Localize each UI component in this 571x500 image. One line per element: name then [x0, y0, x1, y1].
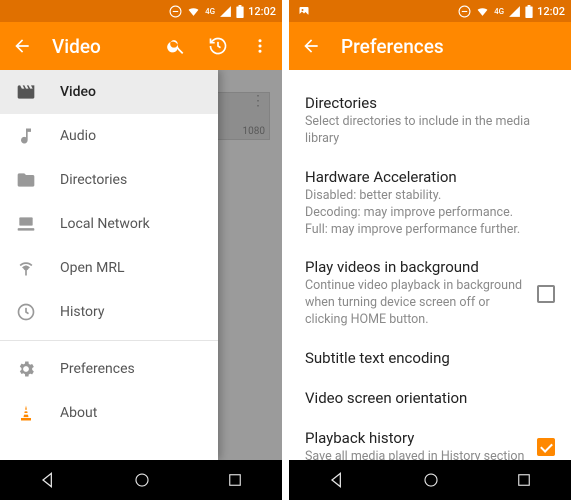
pref-title: Video screen orientation — [305, 389, 555, 407]
signal-icon — [508, 5, 521, 18]
nav-recents-icon[interactable] — [226, 471, 244, 489]
vlc-cone-icon — [16, 403, 36, 423]
phone-left: 4G 12:02 Video ⋮ 1080 Video Audio Di — [0, 0, 282, 500]
nav-back-icon[interactable] — [327, 470, 347, 490]
nav-home-icon[interactable] — [133, 471, 151, 489]
pref-title: Hardware Acceleration — [305, 168, 555, 186]
overflow-icon[interactable] — [248, 34, 272, 58]
pref-subtitle: Save all media played in History section — [305, 449, 527, 460]
wifi-icon — [186, 5, 201, 18]
history-action-icon[interactable] — [206, 34, 230, 58]
dnd-icon — [169, 5, 182, 18]
status-bar: 4G 12:02 — [0, 0, 282, 22]
sidebar-item-preferences[interactable]: Preferences — [0, 347, 218, 391]
history-icon — [16, 302, 36, 322]
navigation-drawer: Video Audio Directories Local Network Op… — [0, 70, 218, 460]
video-icon — [16, 82, 36, 102]
sidebar-item-video[interactable]: Video — [0, 70, 218, 114]
net-label: 4G — [205, 7, 215, 16]
pref-title: Directories — [305, 94, 555, 112]
wifi-icon — [475, 5, 490, 18]
pref-hardware-acceleration[interactable]: Hardware Acceleration Disabled: better s… — [305, 158, 555, 249]
sidebar-item-label: Local Network — [60, 216, 150, 232]
net-label: 4G — [494, 7, 504, 16]
pref-directories[interactable]: Directories Select directories to includ… — [305, 84, 555, 158]
android-nav-bar — [289, 460, 571, 500]
preferences-list[interactable]: Directories Select directories to includ… — [289, 70, 571, 460]
nav-recents-icon[interactable] — [515, 471, 533, 489]
audio-icon — [16, 126, 36, 146]
dnd-icon — [458, 5, 471, 18]
android-nav-bar — [0, 460, 282, 500]
search-icon[interactable] — [164, 34, 188, 58]
sidebar-item-label: Preferences — [60, 361, 135, 377]
pref-subtitle-encoding[interactable]: Subtitle text encoding — [305, 339, 555, 379]
pref-subtitle: Continue video playback in background wh… — [305, 278, 527, 329]
folder-icon — [16, 170, 36, 190]
app-bar: Preferences — [289, 22, 571, 70]
sidebar-item-label: Audio — [60, 128, 96, 144]
sidebar-item-label: About — [60, 405, 97, 421]
signal-icon — [219, 5, 232, 18]
checkbox-unchecked[interactable] — [537, 285, 555, 303]
sidebar-item-open-mrl[interactable]: Open MRL — [0, 246, 218, 290]
pref-title: Playback history — [305, 429, 527, 447]
gear-icon — [16, 359, 36, 379]
sidebar-item-history[interactable]: History — [0, 290, 218, 334]
battery-icon — [236, 5, 244, 18]
sidebar-item-label: History — [60, 304, 105, 320]
nav-back-icon[interactable] — [38, 470, 58, 490]
sidebar-item-label: Directories — [60, 172, 127, 188]
clock: 12:02 — [537, 5, 565, 18]
sidebar-item-label: Open MRL — [60, 260, 125, 276]
pref-video-orientation[interactable]: Video screen orientation — [305, 379, 555, 419]
page-title: Preferences — [341, 35, 561, 58]
nav-home-icon[interactable] — [422, 471, 440, 489]
clock: 12:02 — [248, 5, 276, 18]
checkbox-checked[interactable] — [537, 438, 555, 456]
battery-icon — [525, 5, 533, 18]
page-title: Video — [52, 35, 164, 58]
sidebar-item-about[interactable]: About — [0, 391, 218, 435]
status-bar: 4G 12:02 — [289, 0, 571, 22]
pref-subtitle: Disabled: better stability. Decoding: ma… — [305, 188, 555, 239]
back-icon[interactable] — [299, 34, 323, 58]
gallery-indicator-icon — [297, 5, 311, 17]
pref-title: Subtitle text encoding — [305, 349, 555, 367]
app-bar: Video — [0, 22, 282, 70]
network-icon — [16, 214, 36, 234]
stream-icon — [16, 258, 36, 278]
sidebar-item-directories[interactable]: Directories — [0, 158, 218, 202]
sidebar-item-audio[interactable]: Audio — [0, 114, 218, 158]
pref-playback-history[interactable]: Playback history Save all media played i… — [305, 419, 555, 460]
phone-right: 4G 12:02 Preferences Directories Select … — [289, 0, 571, 500]
pref-play-videos-background[interactable]: Play videos in background Continue video… — [305, 248, 555, 339]
drawer-divider — [0, 340, 218, 341]
back-icon[interactable] — [10, 34, 34, 58]
sidebar-item-local-network[interactable]: Local Network — [0, 202, 218, 246]
pref-subtitle: Select directories to include in the med… — [305, 114, 555, 148]
pref-title: Play videos in background — [305, 258, 527, 276]
sidebar-item-label: Video — [60, 84, 96, 100]
